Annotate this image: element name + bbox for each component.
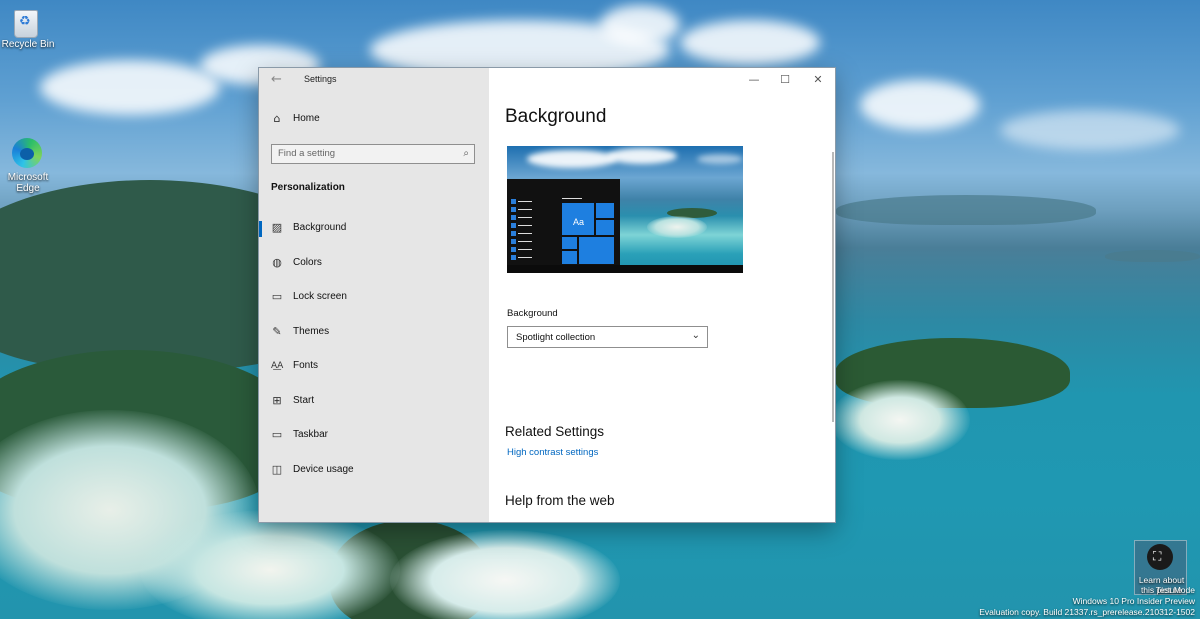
sidebar-item-start[interactable]: ⊞ Start [259, 387, 489, 417]
font-icon: A͟A [271, 361, 284, 371]
back-arrow-icon[interactable]: ← [271, 72, 289, 90]
high-contrast-link[interactable]: High contrast settings [507, 447, 598, 458]
preview-tile [562, 251, 577, 264]
edge-label: Microsoft Edge [7, 172, 49, 194]
preview-line [518, 201, 532, 202]
sidebar-item-background[interactable]: ▨ Background [259, 214, 489, 244]
background-dropdown[interactable]: Spotlight collection ⌄ [507, 326, 708, 348]
preview-line [518, 225, 532, 226]
settings-window: ← Settings ⌂ Home ⌕ Personalization ▨ Ba… [259, 68, 835, 522]
sand-shape [390, 530, 620, 619]
preview-tile [511, 231, 516, 236]
sidebar-item-label: Lock screen [293, 291, 347, 302]
preview-line [562, 198, 582, 199]
sand-shape [830, 380, 970, 460]
maximize-button[interactable]: ☐ [774, 72, 796, 88]
preview-tile [596, 220, 614, 235]
preview-tile [511, 247, 516, 252]
edge-desktop-icon[interactable]: Microsoft Edge [0, 138, 56, 198]
cloud-shape [860, 80, 980, 130]
cloud-shape [40, 60, 220, 115]
picture-info-icon: ⛶ [1153, 549, 1162, 563]
sand-shape [140, 510, 400, 619]
sidebar-item-label: Start [293, 395, 315, 406]
palette-icon: ◍ [272, 256, 282, 269]
background-field-label: Background [507, 308, 558, 319]
home-icon: ⌂ [273, 112, 281, 125]
preview-tile [562, 237, 577, 249]
test-mode-text: Test Mode [1155, 585, 1195, 595]
background-preview: Aa [507, 146, 743, 273]
preview-line [518, 217, 532, 218]
recycle-bin-desktop-icon[interactable]: Recycle Bin [0, 4, 56, 54]
island-shape [836, 195, 1096, 225]
brush-icon: ✎ [272, 325, 282, 338]
recycle-bin-icon [14, 10, 38, 38]
preview-sample-text: Aa [573, 217, 585, 227]
preview-line [518, 257, 532, 258]
sidebar-item-label: Fonts [293, 360, 319, 371]
preview-tile [511, 255, 516, 260]
preview-cloud [607, 148, 677, 164]
close-button[interactable]: ✕ [807, 72, 829, 88]
scrollbar[interactable] [832, 152, 834, 422]
preview-tile [579, 237, 614, 264]
device-usage-icon: ◫ [271, 463, 283, 476]
preview-sand [647, 216, 707, 238]
search-box[interactable]: ⌕ [271, 144, 475, 164]
sidebar-item-home[interactable]: ⌂ Home [259, 105, 489, 135]
sidebar: ← Settings ⌂ Home ⌕ Personalization ▨ Ba… [259, 68, 489, 522]
minimize-button[interactable]: — [743, 72, 765, 88]
content-pane: — ☐ ✕ Background Aa Background Spotlight… [489, 68, 835, 522]
edge-icon [12, 138, 42, 168]
taskbar-icon: ▭ [271, 428, 283, 441]
preview-line [518, 249, 532, 250]
help-heading: Help from the web [505, 493, 615, 508]
sidebar-item-taskbar[interactable]: ▭ Taskbar [259, 421, 489, 451]
preview-tile [596, 203, 614, 218]
island-shape [1105, 250, 1200, 262]
preview-tile [511, 223, 516, 228]
chevron-down-icon: ⌄ [691, 330, 700, 341]
search-icon: ⌕ [463, 148, 469, 159]
sidebar-item-label: Device usage [293, 464, 354, 475]
section-heading: Personalization [271, 182, 345, 193]
sidebar-item-label: Colors [293, 257, 322, 268]
start-icon: ⊞ [272, 394, 282, 407]
preview-tile [511, 239, 516, 244]
sidebar-item-lock-screen[interactable]: ▭ Lock screen [259, 283, 489, 313]
preview-line [518, 209, 532, 210]
sidebar-item-fonts[interactable]: A͟A Fonts [259, 352, 489, 382]
cloud-shape [680, 20, 820, 65]
preview-line [518, 241, 532, 242]
preview-cloud [697, 154, 743, 164]
sidebar-item-colors[interactable]: ◍ Colors [259, 249, 489, 279]
sidebar-item-label: Home [293, 113, 320, 124]
edition-text: Windows 10 Pro Insider Preview [1072, 596, 1195, 606]
sidebar-item-label: Themes [293, 326, 330, 337]
preview-cloud [527, 150, 617, 168]
sidebar-item-label: Taskbar [293, 429, 329, 440]
preview-tile [511, 199, 516, 204]
preview-taskbar [507, 265, 743, 273]
preview-tile [511, 215, 516, 220]
preview-line [518, 233, 532, 234]
sidebar-item-label: Background [293, 222, 347, 233]
related-settings-heading: Related Settings [505, 424, 605, 439]
sidebar-item-device-usage[interactable]: ◫ Device usage [259, 456, 489, 486]
cloud-shape [600, 5, 680, 45]
window-title: Settings [304, 74, 337, 84]
recycle-bin-label: Recycle Bin [1, 39, 55, 50]
background-dropdown-value: Spotlight collection [516, 332, 596, 343]
lock-screen-icon: ▭ [271, 290, 283, 303]
preview-tile [511, 207, 516, 212]
sidebar-item-themes[interactable]: ✎ Themes [259, 318, 489, 348]
picture-icon: ▨ [271, 221, 283, 234]
cloud-shape [1000, 110, 1180, 150]
build-text: Evaluation copy. Build 21337.rs_prerelea… [979, 607, 1195, 617]
search-input[interactable] [278, 148, 458, 159]
page-title: Background [505, 106, 607, 127]
